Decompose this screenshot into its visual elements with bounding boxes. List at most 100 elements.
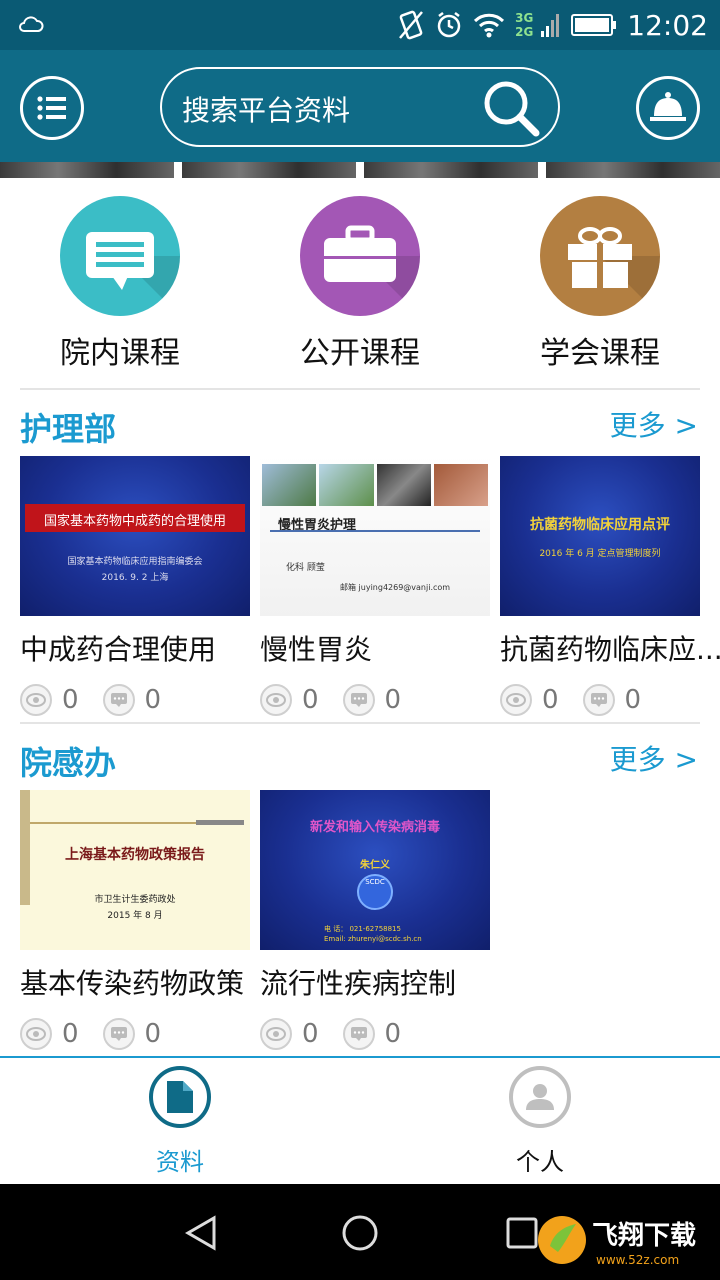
comment-count: 0	[384, 685, 402, 715]
course-card[interactable]: 新发和输入传染病消毒 朱仁义 SCDC 电 话： 021-62758815 Em…	[260, 790, 490, 1050]
view-count: 0	[302, 1019, 319, 1049]
notification-button[interactable]	[636, 76, 700, 140]
slide-title: 新发和输入传染病消毒	[309, 820, 440, 835]
bell-icon	[650, 92, 686, 121]
category-label: 院内课程	[60, 336, 180, 371]
category-row: 院内课程 公开课程 学会课程	[0, 190, 720, 380]
banner-slide[interactable]	[546, 162, 720, 178]
eye-icon	[260, 684, 292, 716]
view-count: 0	[62, 685, 79, 715]
slide-email: Email: zhurenyi@scdc.sh.cn	[324, 935, 422, 943]
course-card[interactable]: 抗菌药物临床应用点评 2016 年 6 月 定点管理制度列 抗菌药物临床应...…	[500, 456, 720, 716]
view-count: 0	[302, 685, 319, 715]
menu-button[interactable]	[20, 76, 84, 140]
comment-count: 0	[144, 1019, 162, 1049]
site-watermark-logo: 飞翔下载 www.52z.com	[538, 1216, 696, 1267]
more-link-nursing[interactable]: 更多 >	[610, 404, 698, 444]
person-icon	[509, 1066, 571, 1128]
comment-icon	[102, 1018, 135, 1050]
eye-icon	[20, 1018, 52, 1050]
eye-icon	[260, 1018, 292, 1050]
weather-cloud-icon	[19, 16, 44, 32]
scdc-logo-icon: SCDC	[357, 874, 393, 910]
slide-subtitle: 2016 年 6 月 定点管理制度列	[539, 549, 661, 559]
course-stats: 0 0	[20, 684, 250, 716]
course-stats: 0 0	[20, 1018, 250, 1050]
slide-subtitle: 化科 顾莹	[286, 563, 325, 573]
slide-org: SCDC	[365, 878, 385, 886]
course-title: 中成药合理使用	[20, 633, 217, 666]
slide-rule	[270, 530, 480, 532]
home-icon[interactable]	[341, 1214, 379, 1252]
slide-author: 朱仁义	[360, 860, 390, 871]
course-stats: 0 0	[260, 1018, 490, 1050]
search-icon[interactable]	[480, 77, 542, 139]
slide-date: 2015 年 8 月	[107, 911, 163, 921]
document-icon	[149, 1066, 211, 1128]
comment-count: 0	[384, 1019, 402, 1049]
comment-icon	[342, 1018, 375, 1050]
vibrate-icon	[399, 10, 424, 40]
slide-subtitle: 国家基本药物临床应用指南编委会	[67, 557, 203, 567]
course-thumbnail: 抗菌药物临床应用点评 2016 年 6 月 定点管理制度列	[500, 456, 700, 616]
view-count: 0	[542, 685, 559, 715]
course-stats: 0 0	[500, 684, 720, 716]
category-society-courses[interactable]: 学会课程	[500, 196, 700, 372]
signal-icon	[541, 14, 560, 37]
tab-label: 资料	[156, 1148, 204, 1176]
view-count: 0	[62, 1019, 79, 1049]
slide-subtitle: 市卫生计生委药政处	[94, 895, 176, 905]
comment-count: 0	[624, 685, 642, 715]
network-type: 3G 2G	[515, 11, 533, 39]
course-thumbnail: 慢性胃炎护理 化科 顾莹 邮箱 juying4269@vanji.com	[260, 456, 490, 616]
course-card[interactable]: 上海基本药物政策报告 市卫生计生委药政处 2015 年 8 月 基本传染药物政策…	[20, 790, 250, 1050]
recent-apps-icon[interactable]	[505, 1216, 539, 1250]
app-header: 搜索平台资料	[0, 50, 720, 162]
clock: 12:02	[627, 8, 708, 42]
divider	[20, 388, 700, 390]
tab-label: 个人	[516, 1148, 564, 1176]
course-title: 抗菌药物临床应...	[500, 633, 720, 666]
chat-bubble-icon	[60, 196, 180, 316]
eye-icon	[500, 684, 532, 716]
bottom-navigation: 资料 个人	[0, 1056, 720, 1184]
section-title-infection-control: 院感办	[20, 744, 117, 782]
course-title: 流行性疾病控制	[260, 967, 457, 1000]
course-thumbnail: 新发和输入传染病消毒 朱仁义 SCDC 电 话： 021-62758815 Em…	[260, 790, 490, 950]
search-placeholder: 搜索平台资料	[182, 94, 351, 127]
svg-text:飞翔下载: 飞翔下载	[592, 1221, 696, 1251]
alarm-icon	[437, 12, 461, 38]
course-title: 慢性胃炎	[260, 633, 373, 666]
comment-icon	[342, 684, 375, 716]
briefcase-icon	[300, 196, 420, 316]
category-label: 学会课程	[540, 336, 660, 371]
slide-title: 抗菌药物临床应用点评	[530, 517, 670, 533]
slide-email: 邮箱 juying4269@vanji.com	[340, 583, 451, 592]
banner-slide[interactable]	[182, 162, 356, 178]
slide-title: 上海基本药物政策报告	[65, 847, 205, 863]
wifi-icon	[474, 13, 505, 38]
category-public-courses[interactable]: 公开课程	[260, 196, 460, 372]
network-2g: 2G	[515, 25, 534, 39]
banner-carousel[interactable]	[0, 162, 720, 178]
course-card[interactable]: 慢性胃炎护理 化科 顾莹 邮箱 juying4269@vanji.com 慢性胃…	[260, 456, 490, 716]
list-menu-icon	[37, 96, 66, 120]
section-title-nursing: 护理部	[20, 410, 117, 448]
more-link-infection-control[interactable]: 更多 >	[610, 738, 698, 778]
banner-slide[interactable]	[364, 162, 538, 178]
slide-title: 国家基本药物中成药的合理使用	[43, 514, 226, 529]
comment-icon	[102, 684, 135, 716]
battery-icon	[571, 14, 617, 36]
network-3g: 3G	[515, 11, 534, 25]
slide-phone: 电 话： 021-62758815	[324, 925, 401, 933]
svg-text:www.52z.com: www.52z.com	[596, 1253, 679, 1267]
tab-personal[interactable]: 个人	[450, 1066, 630, 1177]
back-icon[interactable]	[182, 1214, 220, 1252]
tab-materials[interactable]: 资料	[90, 1066, 270, 1177]
category-internal-courses[interactable]: 院内课程	[20, 196, 220, 372]
comment-icon	[582, 684, 615, 716]
category-label: 公开课程	[300, 336, 420, 371]
course-card[interactable]: 国家基本药物中成药的合理使用 国家基本药物临床应用指南编委会 2016. 9. …	[20, 456, 250, 716]
banner-slide[interactable]	[0, 162, 174, 178]
search-bar[interactable]: 搜索平台资料	[160, 67, 560, 147]
